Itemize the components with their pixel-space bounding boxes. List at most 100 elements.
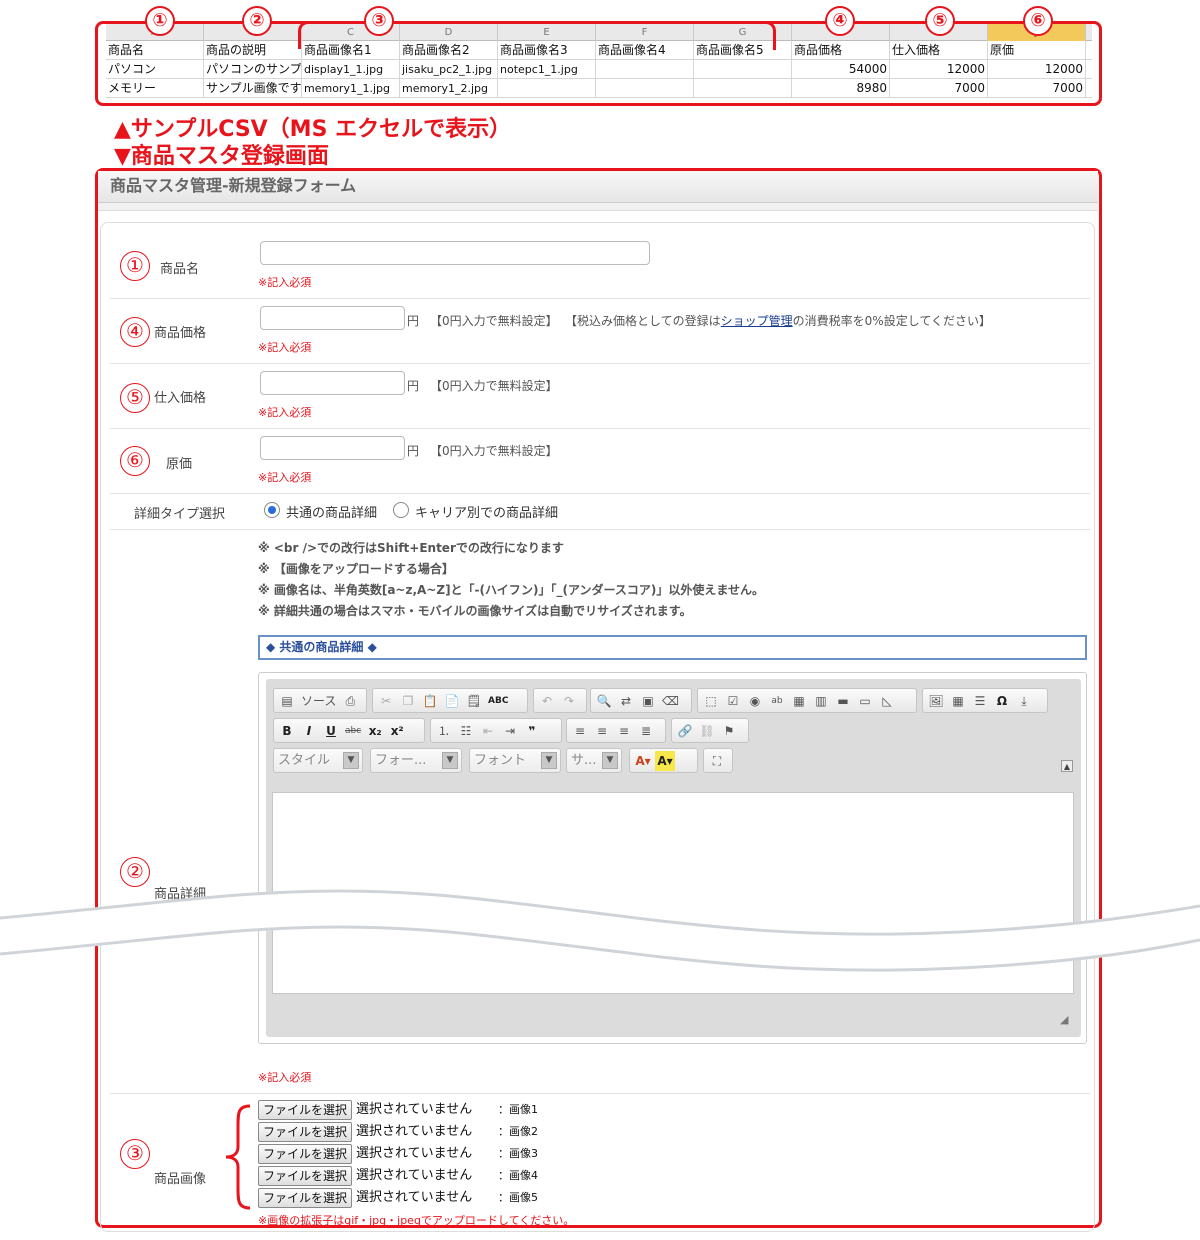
table-icon[interactable]: ▦ bbox=[948, 691, 968, 711]
format-combo[interactable]: フォー... ▼ bbox=[370, 748, 462, 773]
toolbar-group-align: ≡ ≡ ≡ ≣ bbox=[566, 718, 666, 743]
row-divider bbox=[110, 428, 1090, 429]
text-color-icon[interactable]: A▾ bbox=[633, 751, 653, 771]
collapse-toolbar-icon[interactable]: ▲ bbox=[1061, 760, 1073, 772]
preview-icon[interactable]: ⎙ bbox=[340, 691, 360, 711]
label-detail-type: 詳細タイプ選択 bbox=[134, 507, 226, 522]
sheet-cell: 7000 bbox=[890, 79, 988, 98]
italic-icon[interactable]: I bbox=[299, 721, 319, 741]
shop-settings-link[interactable]: ショップ管理 bbox=[721, 314, 793, 328]
toolbar-group-basic: B I U abc x₂ x² bbox=[273, 718, 425, 743]
choose-file-button[interactable]: ファイルを選択 bbox=[258, 1188, 352, 1208]
replace-icon[interactable]: ⇄ bbox=[616, 691, 636, 711]
toolbar-group-lists: ⒈ ☷ ⇤ ⇥ ❞ bbox=[430, 718, 562, 743]
align-left-icon[interactable]: ≡ bbox=[570, 721, 590, 741]
unlink-icon[interactable]: ⛓ bbox=[697, 721, 717, 741]
num-circle-4: ④ bbox=[120, 317, 150, 347]
subscript-icon[interactable]: x₂ bbox=[365, 721, 385, 741]
choose-file-button[interactable]: ファイルを選択 bbox=[258, 1100, 352, 1120]
row-divider bbox=[110, 298, 1090, 299]
button-icon[interactable]: ▬ bbox=[833, 691, 853, 711]
num-circle-3: ③ bbox=[120, 1139, 150, 1169]
maximize-icon[interactable]: ⛶ bbox=[707, 751, 727, 771]
row-divider bbox=[110, 529, 1090, 530]
anchor-flag-icon[interactable]: ⚑ bbox=[719, 721, 739, 741]
font-combo[interactable]: フォント ▼ bbox=[469, 748, 561, 773]
cut-icon[interactable]: ✂ bbox=[376, 691, 396, 711]
toolbar-group-colors: A▾ A▾ bbox=[629, 748, 698, 773]
purchase-price-input[interactable] bbox=[260, 371, 405, 395]
sheet-cell: 54000 bbox=[792, 60, 890, 79]
yen-unit: 円 bbox=[407, 379, 420, 393]
sheet-cell: 8980 bbox=[792, 79, 890, 98]
bold-icon[interactable]: B bbox=[277, 721, 297, 741]
link-icon[interactable]: 🔗 bbox=[675, 721, 695, 741]
radio-common-detail[interactable] bbox=[264, 502, 280, 518]
strike-icon[interactable]: abc bbox=[343, 721, 363, 741]
style-combo-label: スタイル bbox=[278, 753, 331, 768]
cost-price-input[interactable] bbox=[260, 436, 405, 460]
choose-file-button[interactable]: ファイルを選択 bbox=[258, 1166, 352, 1186]
redo-icon[interactable]: ↷ bbox=[559, 691, 579, 711]
radio-icon[interactable]: ◉ bbox=[745, 691, 765, 711]
special-char-icon[interactable]: Ω bbox=[992, 691, 1012, 711]
image-button-icon[interactable]: ▭ bbox=[855, 691, 875, 711]
toolbar-group-insert: 🖼 ▦ ☰ Ω ⤓ bbox=[922, 688, 1048, 713]
eraser-icon[interactable]: ⌫ bbox=[660, 691, 681, 711]
select-all-icon[interactable]: ▣ bbox=[638, 691, 658, 711]
superscript-icon[interactable]: x² bbox=[387, 721, 407, 741]
hidden-field-icon[interactable]: ◺ bbox=[877, 691, 897, 711]
choose-file-button[interactable]: ファイルを選択 bbox=[258, 1122, 352, 1142]
sheet-cell: サンプル画像です bbox=[204, 79, 302, 98]
marker-3: ③ bbox=[364, 6, 394, 36]
find-icon[interactable]: 🔍 bbox=[594, 691, 614, 711]
horizontal-rule-icon[interactable]: ☰ bbox=[970, 691, 990, 711]
numbered-list-icon[interactable]: ⒈ bbox=[434, 721, 454, 741]
file-status: 選択されていません bbox=[356, 1146, 473, 1161]
resize-handle-icon[interactable]: ◢ bbox=[1060, 1013, 1068, 1026]
undo-icon[interactable]: ↶ bbox=[537, 691, 557, 711]
yen-unit: 円 bbox=[407, 314, 420, 328]
align-justify-icon[interactable]: ≣ bbox=[636, 721, 656, 741]
file-status: 選択されていません bbox=[356, 1102, 473, 1117]
indent-icon[interactable]: ⇥ bbox=[500, 721, 520, 741]
marker-6: ⑥ bbox=[1023, 6, 1053, 36]
price-input[interactable] bbox=[260, 306, 405, 330]
page-break-icon[interactable]: ⤓ bbox=[1014, 691, 1034, 711]
label-cost-price: 原価 bbox=[166, 457, 193, 472]
bg-color-icon[interactable]: A▾ bbox=[655, 750, 675, 771]
underline-icon[interactable]: U bbox=[321, 721, 341, 741]
align-right-icon[interactable]: ≡ bbox=[614, 721, 634, 741]
row-divider bbox=[110, 363, 1090, 364]
tax-note-pre: 【税込み価格としての登録は bbox=[565, 314, 721, 328]
source-label[interactable]: ソース bbox=[299, 691, 338, 711]
paste-icon[interactable]: 📋 bbox=[420, 691, 440, 711]
copy-icon[interactable]: ❐ bbox=[398, 691, 418, 711]
num-circle-6: ⑥ bbox=[120, 446, 150, 476]
bulleted-list-icon[interactable]: ☷ bbox=[456, 721, 476, 741]
size-combo[interactable]: サ... ▼ bbox=[566, 748, 622, 773]
textarea-icon[interactable]: ▦ bbox=[789, 691, 809, 711]
source-icon[interactable]: ▤ bbox=[277, 691, 297, 711]
select-icon[interactable]: ▥ bbox=[811, 691, 831, 711]
paste-word-icon[interactable]: 🗒 bbox=[464, 691, 484, 711]
textfield-icon[interactable]: ab bbox=[767, 691, 787, 711]
paste-text-icon[interactable]: 📄 bbox=[442, 691, 462, 711]
radio-carrier-detail[interactable] bbox=[393, 502, 409, 518]
sheet-cell: メモリー bbox=[106, 79, 204, 98]
checkbox-icon[interactable]: ☑ bbox=[723, 691, 743, 711]
spellcheck-icon[interactable]: ABC bbox=[486, 691, 510, 711]
file-tag: ：画像1 bbox=[498, 1103, 538, 1116]
style-combo[interactable]: スタイル ▼ bbox=[273, 748, 363, 773]
image-icon[interactable]: 🖼 bbox=[926, 691, 946, 711]
choose-file-button[interactable]: ファイルを選択 bbox=[258, 1144, 352, 1164]
num-circle-1: ① bbox=[120, 251, 150, 281]
form-icon[interactable]: ⬚ bbox=[701, 691, 721, 711]
blockquote-icon[interactable]: ❞ bbox=[522, 721, 542, 741]
image-columns-bracket-tail bbox=[773, 36, 776, 50]
product-name-input[interactable] bbox=[260, 241, 650, 265]
common-detail-tab[interactable]: ◆ 共通の商品詳細 ◆ bbox=[258, 635, 1087, 660]
align-center-icon[interactable]: ≡ bbox=[592, 721, 612, 741]
sheet-cell: 商品の説明 bbox=[204, 41, 302, 60]
outdent-icon[interactable]: ⇤ bbox=[478, 721, 498, 741]
